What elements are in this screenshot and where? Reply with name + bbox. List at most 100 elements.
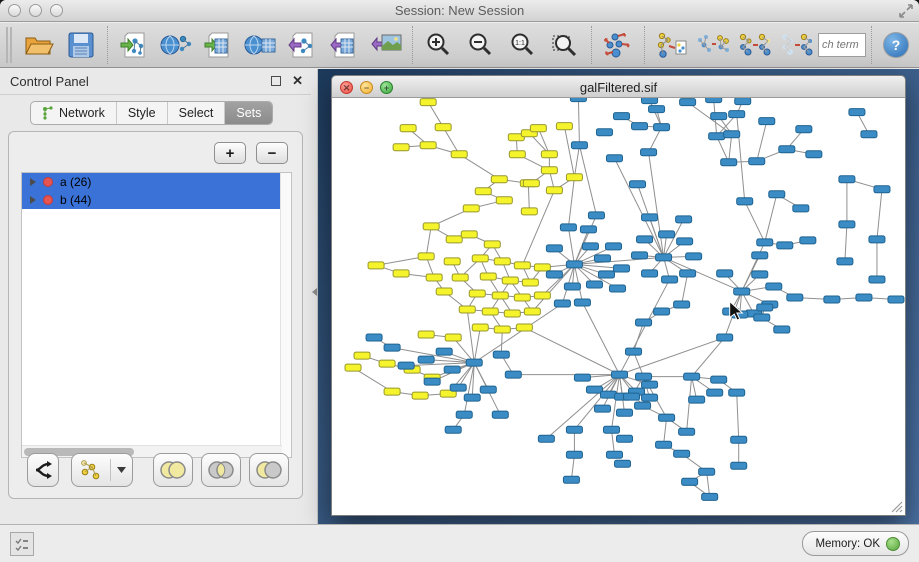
network-graph[interactable] — [332, 98, 905, 515]
list-item-set-b[interactable]: b (44) — [22, 191, 291, 209]
vertical-scrollbar[interactable] — [280, 173, 291, 457]
network-window-titlebar[interactable]: ✕ − + galFiltered.sif — [331, 75, 906, 98]
graph-node — [800, 237, 816, 244]
intersection-button[interactable] — [201, 453, 241, 487]
remove-set-button[interactable]: − — [256, 142, 288, 164]
graph-node — [524, 308, 540, 315]
graph-node — [611, 371, 627, 378]
graph-node — [445, 426, 461, 433]
graph-node — [546, 271, 562, 278]
graph-node — [636, 373, 652, 380]
resize-grip-icon[interactable] — [890, 500, 903, 513]
graph-node — [521, 208, 537, 215]
graph-node — [717, 270, 733, 277]
difference-button[interactable] — [249, 453, 289, 487]
graph-node — [796, 126, 812, 133]
collapse-panel-icon[interactable] — [312, 288, 317, 296]
sets-list: a (26) b (44) — [21, 172, 292, 458]
disclosure-triangle-icon[interactable] — [30, 196, 36, 204]
graph-node — [596, 129, 612, 136]
panel-splitter[interactable] — [311, 69, 318, 524]
graph-node — [674, 301, 690, 308]
tab-style[interactable]: Style — [117, 102, 168, 124]
graph-node — [674, 450, 690, 457]
float-panel-icon[interactable] — [271, 76, 281, 86]
save-floppy-icon — [68, 32, 94, 58]
search-input[interactable] — [818, 33, 866, 57]
export-network-button[interactable] — [281, 26, 323, 64]
dropdown-arrow-icon[interactable] — [117, 467, 126, 473]
network-tab-icon — [42, 106, 54, 120]
graph-node — [754, 314, 770, 321]
add-set-button[interactable]: + — [214, 142, 246, 164]
graph-node — [466, 359, 482, 366]
import-network-web-button[interactable] — [155, 26, 197, 64]
graph-node — [494, 326, 510, 333]
zoom-in-button[interactable] — [418, 26, 460, 64]
create-set-from-network-button[interactable] — [71, 453, 133, 487]
import-network-file-button[interactable] — [113, 26, 155, 64]
graph-node — [412, 392, 428, 399]
deselect-nodes-button[interactable] — [776, 26, 818, 64]
open-session-button[interactable] — [18, 26, 60, 64]
extract-sets-button[interactable] — [27, 453, 59, 487]
graph-node — [354, 352, 370, 359]
import-table-file-button[interactable] — [197, 26, 239, 64]
graph-node — [393, 270, 409, 277]
graph-node — [849, 109, 865, 116]
apply-layout-button[interactable] — [597, 26, 639, 64]
graph-node — [530, 125, 546, 132]
tab-sets[interactable]: Sets — [225, 102, 272, 124]
graph-node — [642, 98, 658, 104]
graph-node — [534, 264, 550, 271]
graph-node — [493, 351, 509, 358]
import-table-web-button[interactable] — [239, 26, 281, 64]
toolbar-separator — [107, 26, 108, 64]
disclosure-triangle-icon[interactable] — [30, 178, 36, 186]
graph-node — [450, 384, 466, 391]
select-nodes-button[interactable] — [734, 26, 776, 64]
graph-node — [603, 426, 619, 433]
window-titlebar[interactable]: Session: New Session — [0, 0, 919, 22]
close-panel-icon[interactable]: ✕ — [292, 73, 303, 89]
zoom-out-button[interactable] — [460, 26, 502, 64]
graph-node — [642, 214, 658, 221]
memory-ok-icon — [886, 537, 900, 551]
union-button[interactable] — [153, 453, 193, 487]
first-neighbors-button[interactable] — [692, 26, 734, 64]
tab-network[interactable]: Network — [31, 102, 117, 124]
export-image-button[interactable] — [365, 26, 407, 64]
zoom-fit-selected-button[interactable] — [544, 26, 586, 64]
graph-node — [491, 176, 507, 183]
graph-node — [642, 394, 658, 401]
list-item-set-a[interactable]: a (26) — [22, 173, 291, 191]
task-history-button[interactable] — [10, 532, 34, 556]
graph-node — [737, 198, 753, 205]
graph-node — [480, 386, 496, 393]
network-view-window[interactable]: ✕ − + galFiltered.sif — [331, 75, 906, 516]
network-desktop: ✕ − + galFiltered.sif — [318, 69, 919, 524]
export-table-button[interactable] — [323, 26, 365, 64]
graph-node — [682, 478, 698, 485]
graph-node — [659, 414, 675, 421]
help-button[interactable]: ? — [883, 32, 909, 58]
toolbar-grip[interactable] — [6, 27, 12, 63]
toolbar-separator — [412, 26, 413, 64]
graph-node — [632, 123, 648, 130]
graph-node — [637, 236, 653, 243]
graph-node — [566, 426, 582, 433]
tab-select[interactable]: Select — [168, 102, 226, 124]
network-canvas[interactable] — [331, 98, 906, 516]
graph-node — [774, 326, 790, 333]
save-session-button[interactable] — [60, 26, 102, 64]
fullscreen-icon[interactable] — [899, 4, 913, 18]
graph-node — [709, 133, 725, 140]
graph-node — [571, 142, 587, 149]
zoom-actual-size-button[interactable]: 1:1 — [502, 26, 544, 64]
graph-node — [522, 279, 538, 286]
import-network-web-icon — [160, 31, 192, 59]
graph-node — [632, 252, 648, 259]
graph-node — [686, 253, 702, 260]
memory-status-button[interactable]: Memory: OK — [802, 531, 909, 556]
network-from-selection-button[interactable] — [650, 26, 692, 64]
